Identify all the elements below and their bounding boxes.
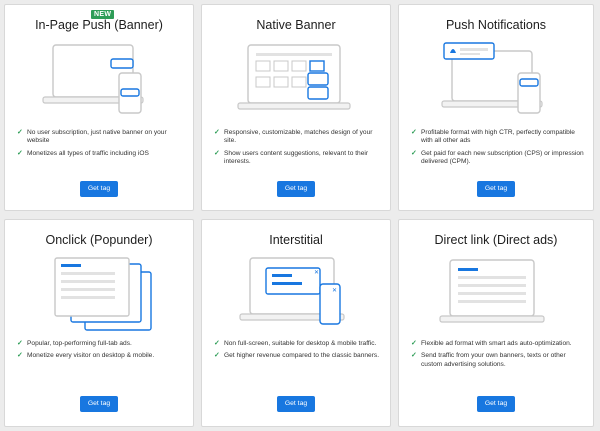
laptop-phone-illustration — [42, 44, 144, 114]
interstitial-illustration: ✕ ✕ — [202, 254, 390, 338]
laptop-overlay-illustration: ✕ ✕ — [239, 257, 345, 325]
card-direct-link: Direct link (Direct ads) ✓ Flexible ad fo… — [398, 219, 594, 427]
stacked-windows-illustration — [54, 257, 152, 331]
check-icon: ✓ — [411, 129, 417, 136]
card-title: In-Page Push (Banner) — [35, 18, 163, 32]
check-icon: ✓ — [17, 352, 23, 360]
card-interstitial: Interstitial ✕ ✕ ✓ Non full-screen, suita… — [201, 219, 391, 427]
feature-item: ✓ Flexible ad format with smart ads auto-… — [411, 340, 572, 347]
check-icon: ✓ — [214, 149, 220, 157]
check-icon: ✓ — [214, 352, 220, 360]
svg-text:✕: ✕ — [332, 287, 337, 294]
get-tag-button[interactable]: Get tag — [477, 181, 515, 197]
card-title: Native Banner — [256, 18, 336, 32]
card-push-notifications: Push Notifications ✓ Profitable format wi… — [398, 4, 594, 211]
popunder-illustration — [5, 254, 193, 338]
feature-list: ✓ Popular, top-performing full-tab ads. ✓… — [17, 340, 185, 365]
feature-list: ✓ Non full-screen, suitable for desktop &… — [214, 340, 382, 365]
check-icon: ✓ — [411, 352, 417, 360]
laptop-grid-illustration — [237, 44, 351, 110]
check-icon: ✓ — [214, 129, 220, 136]
card-native-banner: Native Banner ✓ Responsive, customizable,… — [201, 4, 391, 211]
feature-list: ✓ Responsive, customizable, matches desig… — [214, 129, 382, 171]
feature-list: ✓ Profitable format with high CTR, perfec… — [411, 129, 585, 171]
svg-text:✕: ✕ — [314, 269, 319, 276]
check-icon: ✓ — [214, 340, 220, 347]
feature-item: ✓ Profitable format with high CTR, perfec… — [411, 129, 575, 145]
feature-item: ✓ Show users content suggestions, relevan… — [214, 149, 369, 166]
laptop-page-illustration — [439, 259, 545, 323]
get-tag-button[interactable]: Get tag — [277, 181, 315, 197]
get-tag-button[interactable]: Get tag — [477, 396, 515, 412]
get-tag-button[interactable]: Get tag — [80, 181, 118, 197]
feature-list: ✓ Flexible ad format with smart ads auto-… — [411, 340, 585, 373]
get-tag-button[interactable]: Get tag — [277, 396, 315, 412]
card-in-page-push: In-Page Push (Banner) NEW ✓ No user subsc… — [4, 4, 194, 211]
feature-item: ✓ Monetize every visitor on desktop & mob… — [17, 352, 155, 360]
feature-item: ✓ Non full-screen, suitable for desktop &… — [214, 340, 377, 347]
check-icon: ✓ — [411, 149, 417, 157]
native-banner-illustration — [202, 39, 390, 123]
card-title: Interstitial — [269, 233, 323, 247]
get-tag-button[interactable]: Get tag — [80, 396, 118, 412]
check-icon: ✓ — [17, 340, 23, 347]
push-notifications-illustration — [399, 39, 593, 123]
feature-item: ✓ Responsive, customizable, matches desig… — [214, 129, 373, 145]
new-badge: NEW — [91, 10, 115, 19]
feature-item: ✓ Popular, top-performing full-tab ads. — [17, 340, 132, 347]
laptop-notification-illustration — [441, 42, 543, 114]
card-title: Onclick (Popunder) — [45, 233, 153, 247]
card-title: Direct link (Direct ads) — [434, 233, 558, 247]
card-title: Push Notifications — [445, 18, 547, 32]
feature-item: ✓ Get higher revenue compared to the clas… — [214, 352, 380, 360]
card-onclick-popunder: Onclick (Popunder) ✓ Popular, top-perform… — [4, 219, 194, 427]
feature-list: ✓ No user subscription, just native banne… — [17, 129, 185, 162]
check-icon: ✓ — [17, 129, 23, 136]
check-icon: ✓ — [17, 149, 23, 157]
feature-item: ✓ Get paid for each new subscription (CPS… — [411, 149, 584, 166]
ad-formats-grid: In-Page Push (Banner) NEW ✓ No user subsc… — [0, 0, 600, 431]
feature-item: ✓ No user subscription, just native banne… — [17, 129, 167, 145]
feature-item: ✓ Monetizes all types of traffic includin… — [17, 149, 149, 157]
check-icon: ✓ — [411, 340, 417, 347]
in-page-push-illustration — [5, 39, 193, 123]
direct-link-illustration — [399, 254, 593, 338]
feature-item: ✓ Send traffic from your own banners, tex… — [411, 352, 566, 368]
